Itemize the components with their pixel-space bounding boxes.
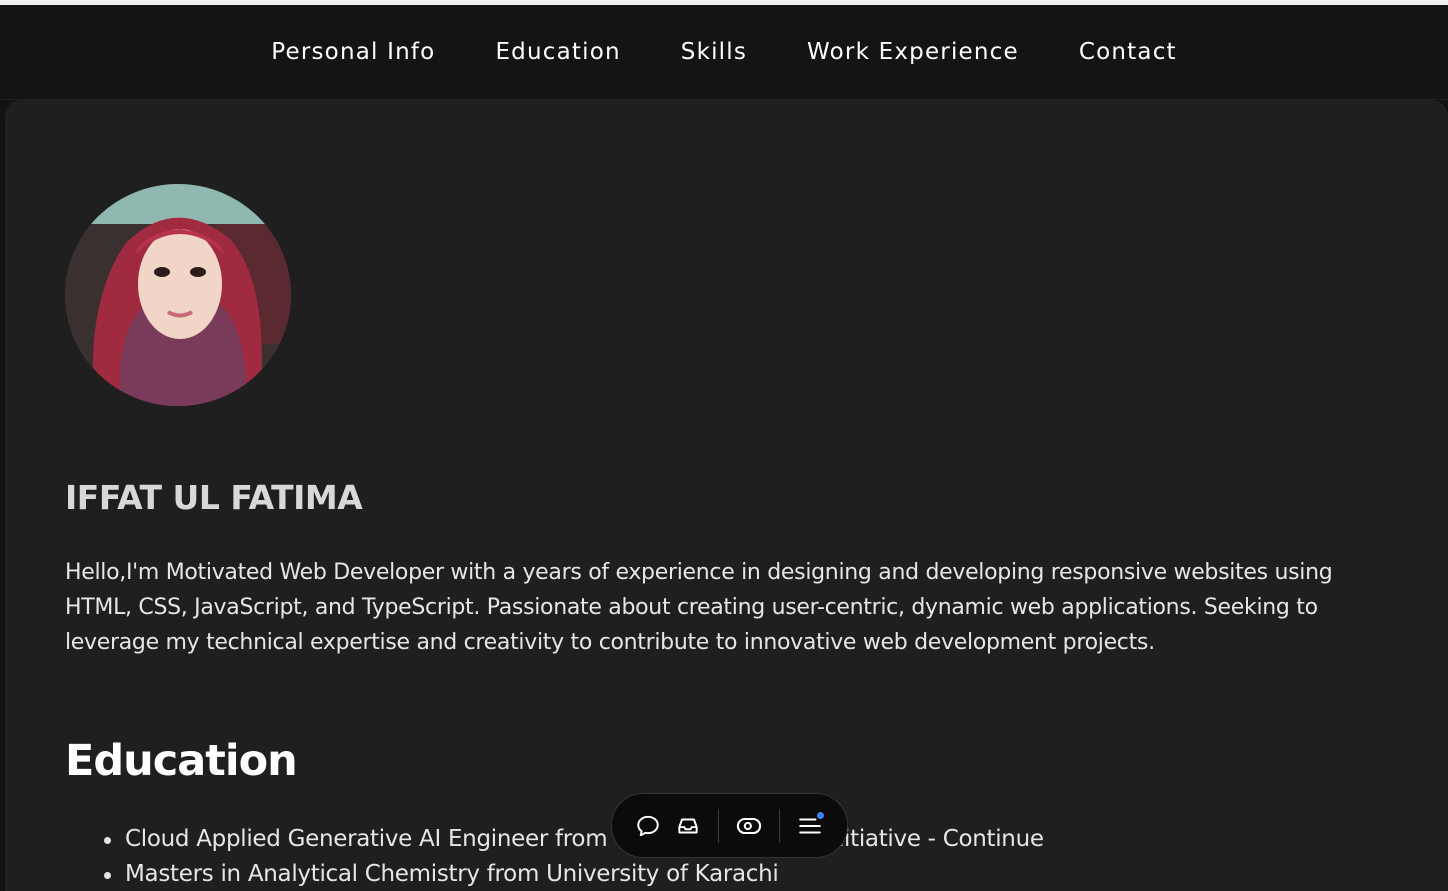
nav-link-work-experience[interactable]: Work Experience: [807, 39, 1019, 65]
nav-link-skills[interactable]: Skills: [681, 39, 747, 65]
education-heading: Education: [65, 736, 298, 786]
inbox-icon: [678, 818, 698, 833]
nav-link-contact[interactable]: Contact: [1079, 39, 1177, 65]
nav-links: Personal Info Education Skills Work Expe…: [271, 39, 1177, 65]
profile-bio: Hello,I'm Motivated Web Developer with a…: [65, 560, 1333, 655]
toolbar-divider-2: [779, 808, 780, 843]
avatar-photo: [65, 184, 291, 406]
toolbar-divider: [718, 808, 719, 843]
notification-dot: [817, 811, 824, 819]
profile-name: IFFAT UL FATIMA: [65, 478, 363, 517]
comment-button[interactable]: [628, 806, 668, 846]
menu-button[interactable]: [790, 806, 830, 846]
education-item-2: Masters in Analytical Chemistry from Uni…: [104, 857, 1044, 891]
inbox-button[interactable]: [668, 806, 708, 846]
preview-button[interactable]: [729, 806, 769, 846]
comment-icon: [637, 815, 659, 836]
education-list: Cloud Applied Generative AI Engineer fro…: [104, 822, 1044, 891]
floating-toolbar: [611, 793, 848, 858]
nav-link-education[interactable]: Education: [495, 39, 620, 65]
eye-icon: [736, 817, 762, 834]
education-item-1: Cloud Applied Generative AI Engineer fro…: [104, 822, 1044, 857]
profile-card: IFFAT UL FATIMA Hello,I'm Motivated Web …: [5, 100, 1448, 891]
profile-avatar: [65, 184, 291, 406]
nav-link-personal-info[interactable]: Personal Info: [271, 39, 435, 65]
top-navbar: Personal Info Education Skills Work Expe…: [0, 5, 1448, 100]
